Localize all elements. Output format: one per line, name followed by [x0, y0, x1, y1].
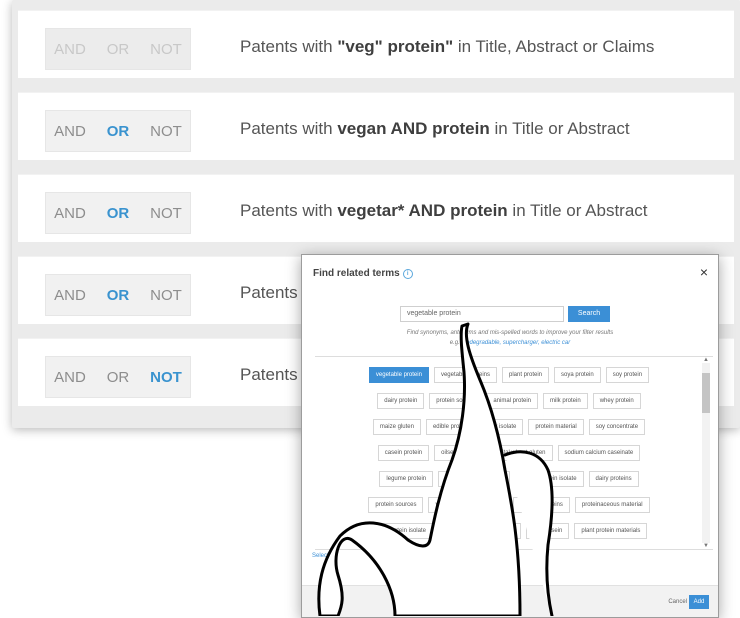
term-chip[interactable]: casein protein: [377, 445, 430, 461]
operator-toggle-group: AND OR NOT: [45, 110, 191, 152]
term-chip-row: legume protein peanut protein isolate whea…: [327, 471, 691, 487]
term-chip[interactable]: peanut protein isolate: [438, 471, 510, 487]
select-all-link[interactable]: Select all: [312, 553, 336, 559]
operator-toggle-group: AND OR NOT: [45, 356, 191, 398]
add-button[interactable]: Add: [689, 595, 709, 609]
not-toggle[interactable]: NOT: [142, 193, 190, 233]
term-chip-row: maize gluten edible protein soy isolate pro…: [327, 419, 691, 435]
or-toggle[interactable]: OR: [94, 111, 142, 151]
term-chip[interactable]: protein source: [429, 393, 482, 409]
term-chip[interactable]: wheat protein isolate: [514, 471, 584, 487]
term-chip[interactable]: plant protein materials: [574, 523, 648, 539]
dialog-footer: Cancel Add: [302, 585, 718, 617]
term-chip[interactable]: soy protein isolate: [370, 523, 433, 539]
term-chip[interactable]: oilseed protein: [434, 445, 488, 461]
scroll-thumb[interactable]: [702, 373, 710, 413]
and-toggle[interactable]: AND: [46, 275, 94, 315]
and-toggle[interactable]: AND: [46, 29, 94, 69]
filter-term: vegan AND protein: [337, 119, 490, 138]
term-chip[interactable]: animal protein: [486, 393, 539, 409]
not-toggle[interactable]: NOT: [142, 29, 190, 69]
term-chip[interactable]: protein material: [528, 419, 584, 435]
operator-toggle-group: AND OR NOT: [45, 28, 191, 70]
filter-text: Patents with: [240, 37, 338, 56]
term-chip[interactable]: milk protein: [543, 393, 588, 409]
filter-text: Patents: [240, 365, 298, 384]
term-chip[interactable]: vegetable proteins: [433, 367, 497, 383]
info-icon[interactable]: i: [402, 269, 413, 279]
or-toggle[interactable]: OR: [94, 357, 142, 397]
dialog-title: Find related terms i: [313, 268, 413, 279]
term-chip-row: dairy protein protein source animal protei…: [327, 393, 691, 409]
find-related-terms-dialog: Find related terms i × vegetable protein …: [301, 254, 719, 618]
cancel-button[interactable]: Cancel: [668, 599, 687, 605]
term-chip[interactable]: maize gluten: [372, 419, 421, 435]
or-toggle[interactable]: OR: [94, 29, 142, 69]
close-icon[interactable]: ×: [700, 264, 708, 280]
filter-term: "veg" protein": [337, 37, 454, 56]
filter-description: Patents with vegetar* AND protein in Tit…: [240, 201, 648, 221]
term-chip[interactable]: vital wheat gluten: [492, 445, 553, 461]
filter-text: in Title, Abstract or Claims: [453, 37, 655, 56]
search-button[interactable]: Search: [568, 306, 610, 322]
term-chip-row: casein protein oilseed protein vital wheat…: [327, 445, 691, 461]
term-chip[interactable]: soy concentrate: [588, 419, 646, 435]
term-chip[interactable]: soy protein: [605, 367, 650, 383]
term-chip-row: soy protein isolate vegetable protein mat…: [327, 523, 691, 539]
term-chip[interactable]: vegetable protein source: [428, 497, 509, 513]
term-chip[interactable]: soy isolate: [480, 419, 524, 435]
and-toggle[interactable]: AND: [46, 357, 94, 397]
scroll-up-icon[interactable]: ▲: [703, 357, 709, 363]
hint-text: Find synonyms, antonyms and mis-spelled …: [406, 330, 614, 336]
term-chip[interactable]: protein sources: [368, 497, 424, 513]
filter-text: Patents with: [240, 201, 338, 220]
filter-row: AND OR NOT Patents with vegetar* AND protei…: [18, 174, 734, 242]
operator-toggle-group: AND OR NOT: [45, 192, 191, 234]
term-chip-row: protein sources vegetable protein source l…: [327, 497, 691, 513]
term-chip[interactable]: legume proteins: [513, 497, 570, 513]
filter-row: AND OR NOT Patents with vegan AND protein i…: [18, 92, 734, 160]
filter-text: in Title or Abstract: [507, 201, 648, 220]
filter-description: Patents with vegan AND protein in Title …: [240, 119, 630, 139]
search-input[interactable]: vegetable protein: [400, 306, 564, 322]
related-terms-list: ▲ ▼ vegetable protein vegetable proteins p…: [315, 356, 713, 550]
example-links[interactable]: biodegradable, supercharger, electric ca…: [461, 340, 570, 346]
term-chip[interactable]: legume protein: [379, 471, 434, 487]
filter-row: AND OR NOT Patents with "veg" protein" in T…: [18, 10, 734, 78]
filter-description: Patents: [240, 365, 298, 385]
term-chip-row: vegetable protein vegetable proteins plant…: [327, 367, 691, 383]
and-toggle[interactable]: AND: [46, 193, 94, 233]
and-toggle[interactable]: AND: [46, 111, 94, 151]
term-chip[interactable]: edible protein: [425, 419, 476, 435]
term-chip[interactable]: soya protein: [554, 367, 601, 383]
filter-description: Patents with "veg" protein" in Title, Ab…: [240, 37, 654, 57]
term-chip[interactable]: plant protein: [502, 367, 550, 383]
or-toggle[interactable]: OR: [94, 193, 142, 233]
scrollbar[interactable]: ▲ ▼: [702, 357, 710, 549]
term-chip[interactable]: vegetable protein: [368, 367, 429, 383]
term-chip[interactable]: dairy proteins: [588, 471, 639, 487]
filter-text: in Title or Abstract: [489, 119, 630, 138]
filter-text: Patents: [240, 283, 298, 302]
term-chip[interactable]: sodium calcium caseinate: [557, 445, 641, 461]
term-chip[interactable]: proteinaceous material: [574, 497, 650, 513]
term-chip[interactable]: dairy protein: [377, 393, 425, 409]
term-chip[interactable]: whey protein: [592, 393, 641, 409]
operator-toggle-group: AND OR NOT: [45, 274, 191, 316]
term-chip[interactable]: non-casein: [526, 523, 570, 539]
hint-examples: e.g. biodegradable, supercharger, electr…: [449, 340, 571, 346]
filter-text: Patents with: [240, 119, 338, 138]
scroll-down-icon[interactable]: ▼: [703, 543, 709, 549]
not-toggle[interactable]: NOT: [142, 111, 190, 151]
not-toggle[interactable]: NOT: [142, 275, 190, 315]
filter-term: vegetar* AND protein: [337, 201, 508, 220]
not-toggle[interactable]: NOT: [142, 357, 190, 397]
filter-description: Patents: [240, 283, 298, 303]
term-chip[interactable]: vegetable protein material: [437, 523, 522, 539]
or-toggle[interactable]: OR: [94, 275, 142, 315]
